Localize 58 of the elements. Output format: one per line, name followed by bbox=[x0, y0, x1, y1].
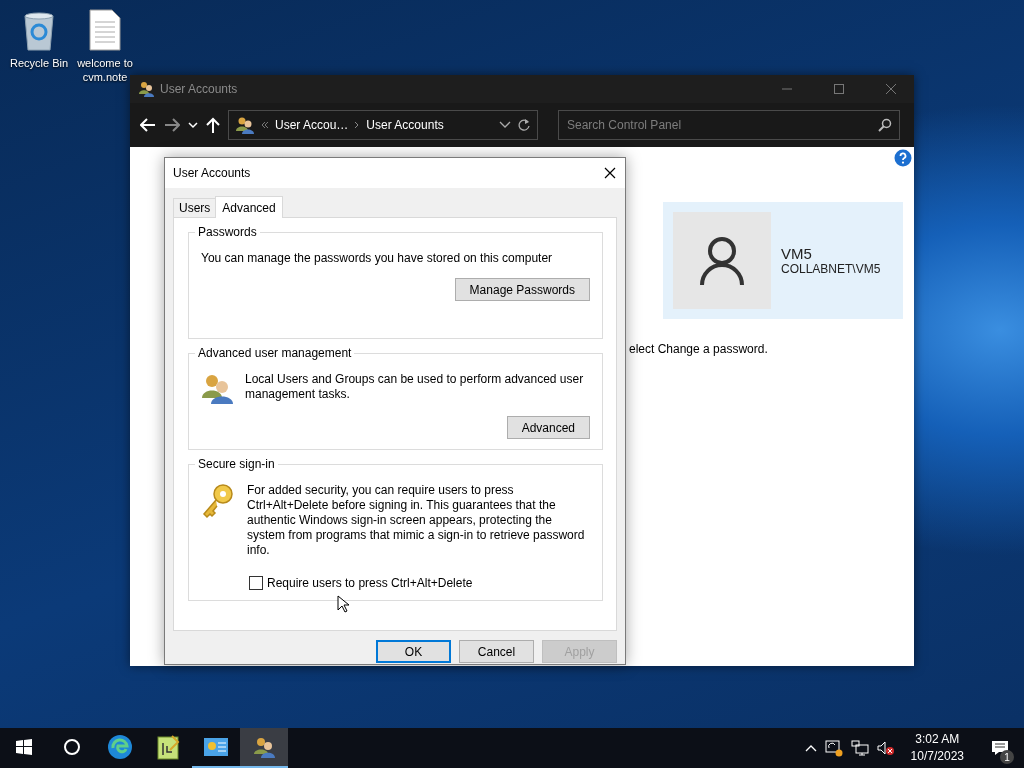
help-icon[interactable] bbox=[894, 149, 912, 167]
text-file-icon[interactable] bbox=[88, 8, 122, 52]
key-icon bbox=[201, 483, 235, 519]
windows-start-icon[interactable] bbox=[16, 739, 32, 755]
dialog-button[interactable]: Cancel bbox=[459, 640, 534, 663]
refresh-icon[interactable] bbox=[517, 118, 531, 132]
clock-date[interactable]: 10/7/2023 bbox=[910, 748, 964, 765]
notification-count: 1 bbox=[1000, 750, 1014, 764]
back-arrow-icon[interactable] bbox=[140, 118, 156, 132]
desktop-icon-label[interactable]: welcome to cvm.note bbox=[77, 56, 133, 84]
update-icon[interactable] bbox=[824, 739, 843, 757]
group-title: Advanced user management bbox=[195, 346, 355, 360]
breadcrumb-item[interactable]: User Accounts bbox=[366, 118, 444, 132]
tab[interactable]: Advanced bbox=[215, 196, 283, 218]
instruction-text: elect Change a password. bbox=[629, 342, 768, 356]
edge-icon bbox=[107, 734, 133, 760]
account-name: COLLABNET\VM5 bbox=[781, 262, 881, 276]
clock-time[interactable]: 3:02 AM bbox=[915, 731, 960, 748]
dialog-button[interactable]: OK bbox=[376, 640, 451, 663]
tab[interactable]: Users bbox=[173, 198, 217, 217]
search-field[interactable]: Search Control Panel bbox=[558, 110, 900, 140]
users-icon bbox=[201, 372, 233, 404]
mouse-cursor-icon bbox=[337, 595, 349, 613]
checkbox[interactable] bbox=[249, 576, 263, 590]
search-circle-icon[interactable] bbox=[63, 738, 81, 756]
search-icon[interactable] bbox=[878, 118, 892, 132]
users-icon bbox=[138, 81, 154, 97]
action-button[interactable]: Manage Passwords bbox=[454, 278, 590, 301]
breadcrumb-item[interactable]: User Accou… bbox=[275, 118, 349, 132]
person-icon bbox=[699, 235, 745, 286]
taskbar-app[interactable] bbox=[240, 728, 288, 768]
control-panel-icon bbox=[203, 736, 229, 758]
chevron-icon bbox=[261, 121, 269, 129]
description-text: For added security, you can require users to press Ctrl+Alt+Delete before signing in. This guarantees that the authentic Windows sign-in screen appears, protecting the system from programs that mimic a sign-in to retrieve password info. bbox=[247, 483, 586, 558]
users-icon bbox=[253, 736, 275, 758]
speaker-muted-icon[interactable] bbox=[876, 740, 895, 756]
description-text: You can manage the passwords you have stored on this computer bbox=[201, 251, 553, 266]
description-text: Local Users and Groups can be used to perform advanced user management tasks. bbox=[245, 372, 585, 402]
user-card[interactable]: VM5 COLLABNET\VM5 bbox=[663, 202, 903, 319]
chevron-icon bbox=[354, 121, 361, 129]
group-title: Secure sign-in bbox=[195, 457, 278, 471]
user-name: VM5 bbox=[781, 245, 813, 262]
action-button[interactable]: Advanced bbox=[506, 416, 590, 439]
forward-arrow-icon[interactable] bbox=[164, 118, 180, 132]
dialog-title: User Accounts bbox=[173, 166, 252, 180]
users-icon bbox=[235, 116, 255, 134]
group-title: Passwords bbox=[195, 225, 260, 239]
close-icon[interactable] bbox=[604, 167, 616, 179]
address-bar[interactable]: User Accou… User Accounts bbox=[228, 110, 538, 140]
checkbox-label[interactable]: Require users to press Ctrl+Alt+Delete bbox=[267, 576, 473, 590]
desktop-icon-label[interactable]: Recycle Bin bbox=[9, 56, 69, 70]
chevron-up-icon[interactable] bbox=[804, 744, 817, 752]
dropdown-caret-icon[interactable] bbox=[499, 121, 511, 129]
network-icon[interactable] bbox=[850, 740, 869, 756]
maximize-icon[interactable] bbox=[832, 83, 846, 95]
up-arrow-icon[interactable] bbox=[206, 117, 220, 133]
notepad-icon bbox=[156, 734, 180, 760]
window-title: User Accounts bbox=[160, 82, 239, 96]
